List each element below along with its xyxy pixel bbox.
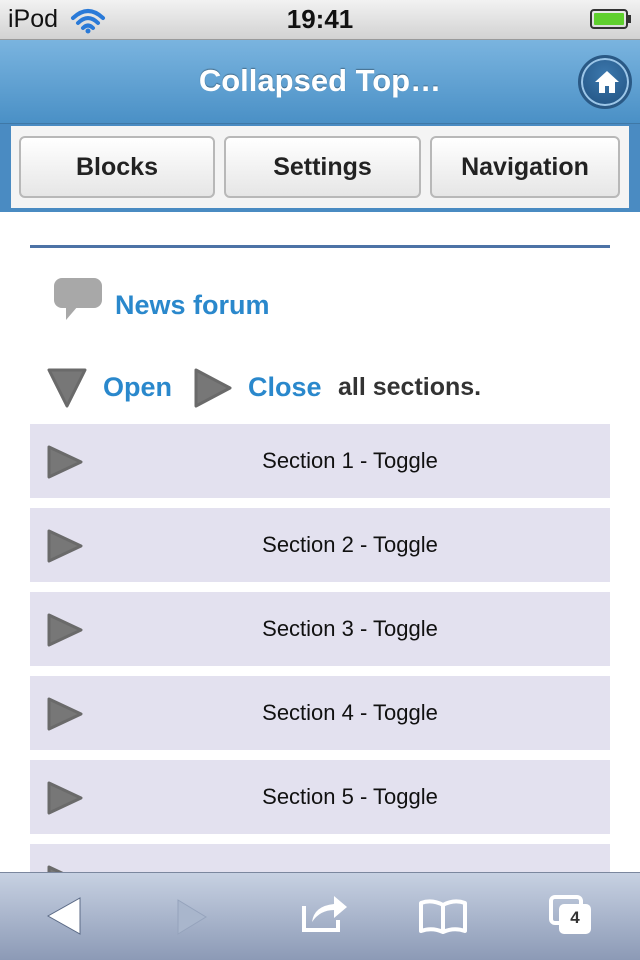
section-label: Section 1 - Toggle — [262, 448, 438, 473]
status-time: 19:41 — [286, 4, 354, 34]
battery-icon — [590, 9, 631, 29]
home-icon — [595, 71, 619, 93]
toggle-arrow-icon — [47, 697, 83, 731]
close-arrow-right-icon[interactable] — [192, 367, 234, 409]
section-label: Section 4 - Toggle — [262, 700, 438, 725]
blocks-button[interactable]: Blocks — [19, 136, 215, 198]
section-toggle-2[interactable]: Section 2 - Toggle — [30, 508, 610, 582]
forward-icon[interactable] — [174, 898, 210, 936]
status-bar: iPod 19:41 — [0, 0, 640, 40]
toggle-arrow-icon — [47, 613, 83, 647]
nav-bar: Blocks Settings Navigation — [0, 124, 640, 212]
section-label: Section 2 - Toggle — [262, 532, 438, 557]
settings-button[interactable]: Settings — [224, 136, 421, 198]
close-all-link[interactable]: Close — [248, 372, 322, 402]
page-title: Collapsed Top… — [198, 63, 442, 98]
share-icon[interactable] — [300, 892, 350, 934]
section-toggle-5[interactable]: Section 5 - Toggle — [30, 760, 610, 834]
toggle-arrow-icon — [47, 445, 83, 479]
open-all-link[interactable]: Open — [103, 372, 172, 402]
tabs-count: 4 — [570, 908, 580, 927]
section-label: Section 3 - Toggle — [262, 616, 438, 641]
section-toggle-3[interactable]: Section 3 - Toggle — [30, 592, 610, 666]
forum-speech-bubble-icon — [54, 278, 102, 320]
section-label: Section 5 - Toggle — [262, 784, 438, 809]
open-arrow-down-icon[interactable] — [46, 366, 88, 410]
all-sections-text: all sections. — [338, 373, 482, 401]
section-divider — [30, 245, 610, 248]
header-bar: Collapsed Top… — [0, 40, 640, 124]
nav-button-group: Blocks Settings Navigation — [11, 126, 629, 208]
home-button[interactable] — [578, 55, 632, 109]
toggle-arrow-icon — [47, 781, 83, 815]
back-icon[interactable] — [44, 896, 84, 936]
navigation-button[interactable]: Navigation — [430, 136, 620, 198]
news-forum-link[interactable]: News forum — [115, 290, 270, 320]
toggle-arrow-icon — [47, 529, 83, 563]
section-toggle-4[interactable]: Section 4 - Toggle — [30, 676, 610, 750]
section-toggle-1[interactable]: Section 1 - Toggle — [30, 424, 610, 498]
bookmarks-icon[interactable] — [418, 897, 468, 935]
